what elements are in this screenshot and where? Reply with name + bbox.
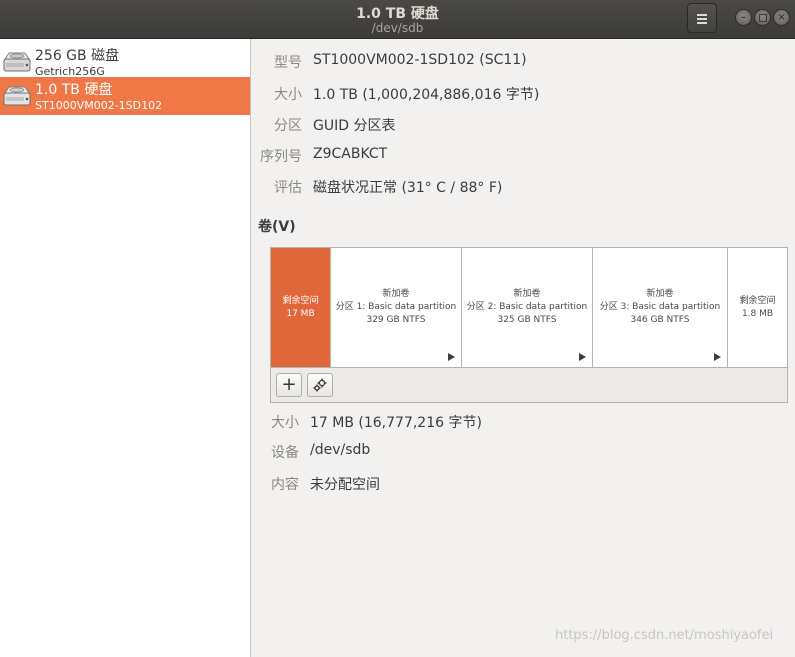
hamburger-icon bbox=[697, 13, 707, 24]
segment-size: 17 MB bbox=[286, 308, 315, 319]
volume-size-label: 大小 bbox=[271, 415, 299, 431]
window-subtitle: /dev/sdb bbox=[371, 21, 424, 35]
window-title: 1.0 TB 硬盘 bbox=[356, 6, 439, 22]
serial-label: 序列号 bbox=[260, 149, 302, 165]
segment-description: 分区 2: Basic data partition bbox=[466, 302, 588, 312]
segment-partition-3[interactable]: 新加卷 分区 3: Basic data partition 346 GB NT… bbox=[593, 248, 728, 367]
segment-free-space-end[interactable]: 剩余空间 1.8 MB bbox=[728, 248, 787, 367]
device-label: 设备 bbox=[271, 445, 299, 461]
watermark-text: https://blog.csdn.net/moshiyaofei bbox=[555, 628, 774, 643]
segment-title: 新加卷 bbox=[382, 289, 410, 299]
more-actions-button[interactable] bbox=[307, 373, 333, 397]
plus-icon: + bbox=[281, 374, 297, 395]
segment-free-space-start[interactable]: 剩余空间 17 MB bbox=[271, 248, 331, 367]
close-button[interactable]: × bbox=[773, 9, 790, 26]
maximize-button[interactable] bbox=[754, 9, 771, 26]
segment-partition-2[interactable]: 新加卷 分区 2: Basic data partition 325 GB NT… bbox=[462, 248, 593, 367]
model-label: 型号 bbox=[274, 55, 302, 71]
device-value: /dev/sdb bbox=[310, 442, 371, 458]
segment-title: 剩余空间 bbox=[739, 295, 776, 306]
segment-partition-1[interactable]: 新加卷 分区 1: Basic data partition 329 GB NT… bbox=[331, 248, 462, 367]
segment-size: 346 GB NTFS bbox=[630, 315, 690, 325]
segment-title: 剩余空间 bbox=[282, 295, 319, 306]
close-icon: × bbox=[777, 11, 786, 23]
minimize-icon: – bbox=[741, 11, 746, 23]
model-value: ST1000VM002-1SD102 (SC11) bbox=[313, 52, 527, 68]
assessment-value: 磁盘状况正常 (31° C / 88° F) bbox=[313, 180, 503, 196]
size-value: 1.0 TB (1,000,204,886,016 字节) bbox=[313, 87, 540, 103]
play-triangle-icon bbox=[714, 353, 721, 361]
segment-size: 325 GB NTFS bbox=[497, 315, 557, 325]
size-label: 大小 bbox=[274, 87, 302, 103]
volume-segments: 剩余空间 17 MB 新加卷 分区 1: Basic data partitio… bbox=[271, 248, 787, 368]
create-partition-button[interactable]: + bbox=[276, 373, 302, 397]
volume-map: 剩余空间 17 MB 新加卷 分区 1: Basic data partitio… bbox=[270, 247, 788, 403]
title-bar: 1.0 TB 硬盘 /dev/sdb – × bbox=[0, 0, 795, 39]
gears-icon bbox=[313, 378, 327, 392]
segment-description: 分区 1: Basic data partition bbox=[335, 302, 457, 312]
segment-size: 1.8 MB bbox=[741, 308, 774, 319]
partitioning-label: 分区 bbox=[274, 118, 302, 134]
app-menu-button[interactable] bbox=[687, 3, 717, 33]
serial-value: Z9CABKCT bbox=[313, 146, 388, 162]
partitioning-value: GUID 分区表 bbox=[313, 118, 396, 134]
segment-title: 新加卷 bbox=[646, 289, 674, 299]
assessment-label: 评估 bbox=[274, 180, 302, 196]
segment-description: 分区 3: Basic data partition bbox=[599, 302, 721, 312]
maximize-icon bbox=[758, 13, 767, 22]
minimize-button[interactable]: – bbox=[735, 9, 752, 26]
segment-title: 新加卷 bbox=[513, 289, 541, 299]
play-triangle-icon bbox=[448, 353, 455, 361]
volumes-heading: 卷(V) bbox=[258, 219, 296, 235]
contents-label: 内容 bbox=[271, 477, 299, 493]
segment-size: 329 GB NTFS bbox=[366, 315, 426, 325]
play-triangle-icon bbox=[579, 353, 586, 361]
contents-value: 未分配空间 bbox=[310, 477, 380, 493]
volume-size-value: 17 MB (16,777,216 字节) bbox=[310, 415, 482, 431]
